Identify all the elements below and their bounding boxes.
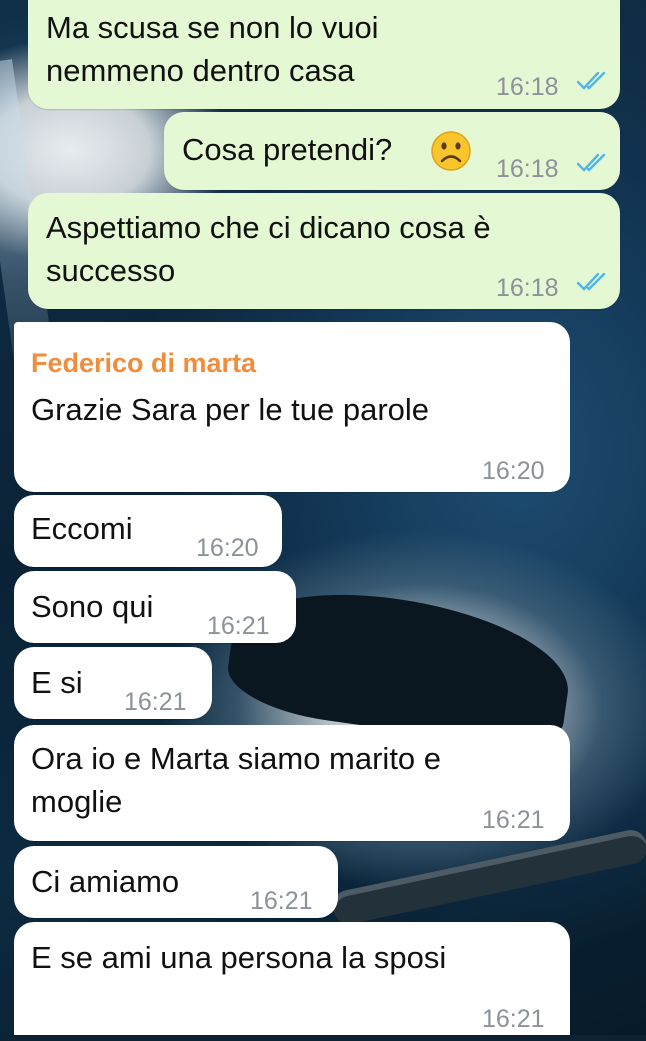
message-bubble-incoming[interactable]: Federico di marta Grazie Sara per le tue… — [14, 322, 570, 492]
message-text-line: Ora io e Marta siamo marito e — [31, 741, 442, 776]
sender-name: Federico di marta — [31, 348, 257, 378]
message-text: Ci amiamo — [31, 864, 180, 899]
message-text-line: nemmeno dentro casa — [46, 53, 355, 88]
message-bubble-incoming[interactable]: E si 16:21 — [14, 647, 212, 719]
message-text: Grazie Sara per le tue parole — [31, 392, 430, 427]
message-time: 16:20 — [482, 457, 545, 485]
message-bubble-outgoing[interactable]: Aspettiamo che ci dicano cosa è successo… — [28, 193, 620, 309]
message-bubble-incoming[interactable]: Ci amiamo 16:21 — [14, 846, 338, 918]
message-text-line: Ma scusa se non lo vuoi — [46, 10, 379, 45]
message-time: 16:21 — [250, 887, 313, 915]
message-text-line: Aspettiamo che ci dicano cosa è — [46, 210, 491, 245]
message-text: Cosa pretendi? — [182, 132, 393, 167]
message-bubble-outgoing[interactable]: Cosa pretendi? 16:18 — [164, 112, 620, 190]
wallpaper-microphone-shape — [329, 827, 646, 927]
message-text: E se ami una persona la sposi — [31, 940, 447, 975]
message-text-line: moglie — [31, 784, 123, 819]
message-text: E si — [31, 665, 83, 700]
message-text: Sono qui — [31, 589, 154, 624]
frowning-face-icon — [431, 131, 471, 171]
message-time: 16:20 — [196, 534, 259, 562]
message-time: 16:21 — [124, 688, 187, 716]
message-bubble-incoming[interactable]: E se ami una persona la sposi 16:21 — [14, 922, 570, 1035]
message-bubble-incoming[interactable]: Ora io e Marta siamo marito e moglie 16:… — [14, 725, 570, 841]
message-time: 16:18 — [496, 274, 559, 302]
read-double-check-icon — [576, 272, 606, 291]
message-time: 16:18 — [496, 73, 559, 101]
message-bubble-incoming[interactable]: Eccomi 16:20 — [14, 495, 282, 567]
message-bubble-incoming[interactable]: Sono qui 16:21 — [14, 571, 296, 643]
message-bubble-outgoing[interactable]: Ma scusa se non lo vuoi nemmeno dentro c… — [28, 0, 620, 109]
read-double-check-icon — [576, 71, 606, 90]
message-time: 16:18 — [496, 155, 559, 183]
read-double-check-icon — [576, 153, 606, 172]
message-time: 16:21 — [482, 806, 545, 834]
message-text-line: successo — [46, 253, 176, 288]
message-time: 16:21 — [207, 612, 270, 640]
message-text: Eccomi — [31, 511, 133, 546]
